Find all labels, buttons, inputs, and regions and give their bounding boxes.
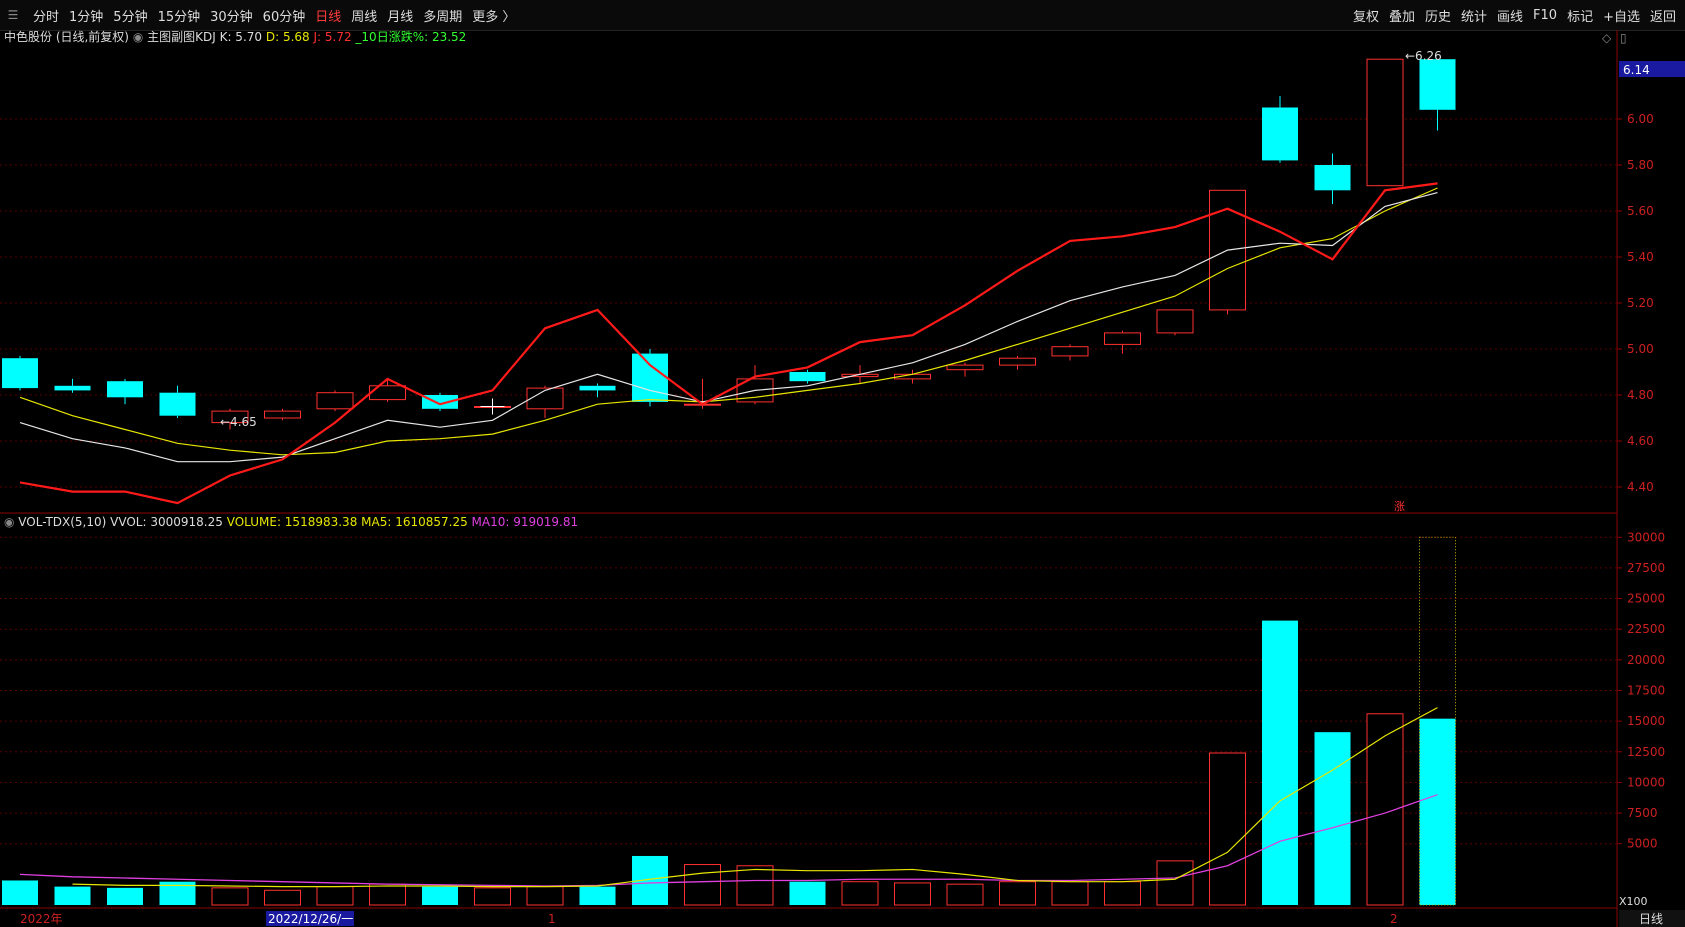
candle-body-down (632, 353, 668, 402)
candle-body-down (54, 385, 91, 391)
diamond-icon: ◇ (1602, 31, 1612, 45)
candle-18[interactable] (946, 362, 984, 377)
volume-bar-13[interactable] (684, 864, 721, 906)
volume-tick-label-7: 22500 (1627, 622, 1665, 636)
volume-tick-label-4: 15000 (1627, 714, 1665, 728)
low-price-marker: ←4.65 (220, 415, 257, 429)
price-tick-label-0: 4.40 (1627, 480, 1654, 494)
candle-body-down (1262, 107, 1298, 161)
volume-bar-9[interactable] (474, 887, 511, 906)
candle-6[interactable] (316, 390, 354, 412)
candle-21[interactable] (1104, 330, 1141, 354)
candle-body-down (1314, 165, 1351, 191)
volume-bar-25[interactable] (1314, 732, 1351, 905)
candle-27[interactable] (1419, 59, 1456, 131)
rise-marker: 涨 (1394, 500, 1405, 513)
candle-12[interactable] (632, 349, 668, 407)
volume-header: ◉ VOL-TDX(5,10) VVOL: 3000918.25 VOLUME:… (4, 515, 578, 529)
volume-bar-22[interactable] (1156, 860, 1194, 906)
candle-body-up (999, 357, 1036, 366)
volume-bar-21[interactable] (1104, 881, 1141, 906)
candle-body-down (789, 372, 826, 382)
candle-body-down (159, 392, 196, 416)
volume-bar-20[interactable] (1051, 881, 1089, 906)
candle-24[interactable] (1262, 96, 1298, 163)
date-label-2: 1 (548, 912, 556, 926)
candle-19[interactable] (999, 355, 1036, 370)
candle-body-up (1104, 332, 1141, 345)
candle-body-down (1419, 59, 1456, 110)
volume-tick-label-3: 12500 (1627, 745, 1665, 759)
window-icon: ▯ (1620, 31, 1627, 45)
candle-5[interactable] (264, 408, 301, 421)
volume-bar-15[interactable] (789, 881, 826, 905)
candle-22[interactable] (1156, 309, 1194, 336)
candle-25[interactable] (1314, 153, 1351, 205)
price-tick-label-8: 6.00 (1627, 112, 1654, 126)
kline-chart[interactable]: 4.40 4.60 4.80 5.00 5.20 5.40 5.60 5.80 6.00 5000… (0, 0, 1685, 927)
price-tick-label-1: 4.60 (1627, 434, 1654, 448)
volume-bar-23[interactable] (1209, 752, 1246, 906)
candle-body-up (946, 364, 984, 371)
volume-bar-18[interactable] (946, 883, 984, 906)
volume-tick-label-9: 27500 (1627, 561, 1665, 575)
candle-3[interactable] (159, 385, 196, 418)
price-tick-label-6: 5.60 (1627, 204, 1654, 218)
candle-body-up (369, 385, 406, 401)
volume-bar-26[interactable] (1366, 713, 1404, 906)
volume-bar-7[interactable] (369, 883, 406, 906)
volume-bar-6[interactable] (316, 886, 354, 906)
period-tag: 日线 (1639, 912, 1663, 926)
candle-body-up (1366, 58, 1404, 187)
date-label-0: 2022年 (20, 912, 63, 926)
volume-bar-24[interactable] (1262, 620, 1298, 905)
candle-body-up (1156, 309, 1194, 334)
price-tick-label-7: 5.80 (1627, 158, 1654, 172)
date-label-3: 2 (1390, 912, 1398, 926)
volume-bar-1[interactable] (54, 886, 91, 905)
volume-bar-2[interactable] (107, 887, 143, 905)
volume-tick-label-0: 5000 (1627, 837, 1658, 851)
candle-20[interactable] (1051, 344, 1089, 361)
candle-body-down (579, 385, 616, 391)
volume-tick-label-1: 7500 (1627, 806, 1658, 820)
candle-body-up (264, 410, 301, 419)
volume-tick-label-10: 30000 (1627, 530, 1665, 544)
volume-bar-8[interactable] (422, 886, 458, 905)
volume-bar-0[interactable] (2, 880, 38, 905)
candle-1[interactable] (54, 378, 91, 393)
price-tag: 6.14 (1623, 63, 1650, 77)
candle-body-up (1051, 346, 1089, 357)
main-header: 中色股份 (日线,前复权) ◉ 主图副图KDJ K: 5.70 D: 5.68 … (4, 29, 466, 44)
date-label-1: 2022/12/26/一 (268, 912, 353, 926)
volume-tick-label-6: 20000 (1627, 653, 1665, 667)
volume-bar-11[interactable] (579, 886, 616, 905)
volume-bar-17[interactable] (894, 882, 931, 906)
candle-26[interactable] (1366, 58, 1404, 187)
volume-bar-27[interactable] (1419, 718, 1456, 905)
volume-tick-label-5: 17500 (1627, 683, 1665, 697)
candle-body-up (316, 392, 354, 410)
volume-tick-label-8: 25000 (1627, 592, 1665, 606)
candle-15[interactable] (789, 369, 826, 384)
candle-2[interactable] (107, 378, 143, 405)
high-price-marker: ←6.26 (1405, 49, 1442, 63)
volume-bar-5[interactable] (264, 889, 301, 906)
volume-bar-16[interactable] (841, 881, 879, 906)
price-tick-label-2: 4.80 (1627, 388, 1654, 402)
candle-0[interactable] (2, 355, 38, 391)
volume-bar-4[interactable] (211, 887, 249, 906)
candlesticks (2, 58, 1456, 430)
volume-bar-10[interactable] (526, 886, 564, 906)
candle-body-down (107, 381, 143, 398)
price-tick-label-5: 5.40 (1627, 250, 1654, 264)
candle-body-down (2, 358, 38, 389)
volume-tick-label-2: 10000 (1627, 775, 1665, 789)
unit-tag: X100 (1619, 895, 1648, 908)
candle-body-up (526, 387, 564, 410)
volume-bar-14[interactable] (736, 865, 774, 906)
price-tick-label-4: 5.20 (1627, 296, 1654, 310)
volume-bar-19[interactable] (999, 881, 1036, 906)
price-tick-label-3: 5.00 (1627, 342, 1654, 356)
